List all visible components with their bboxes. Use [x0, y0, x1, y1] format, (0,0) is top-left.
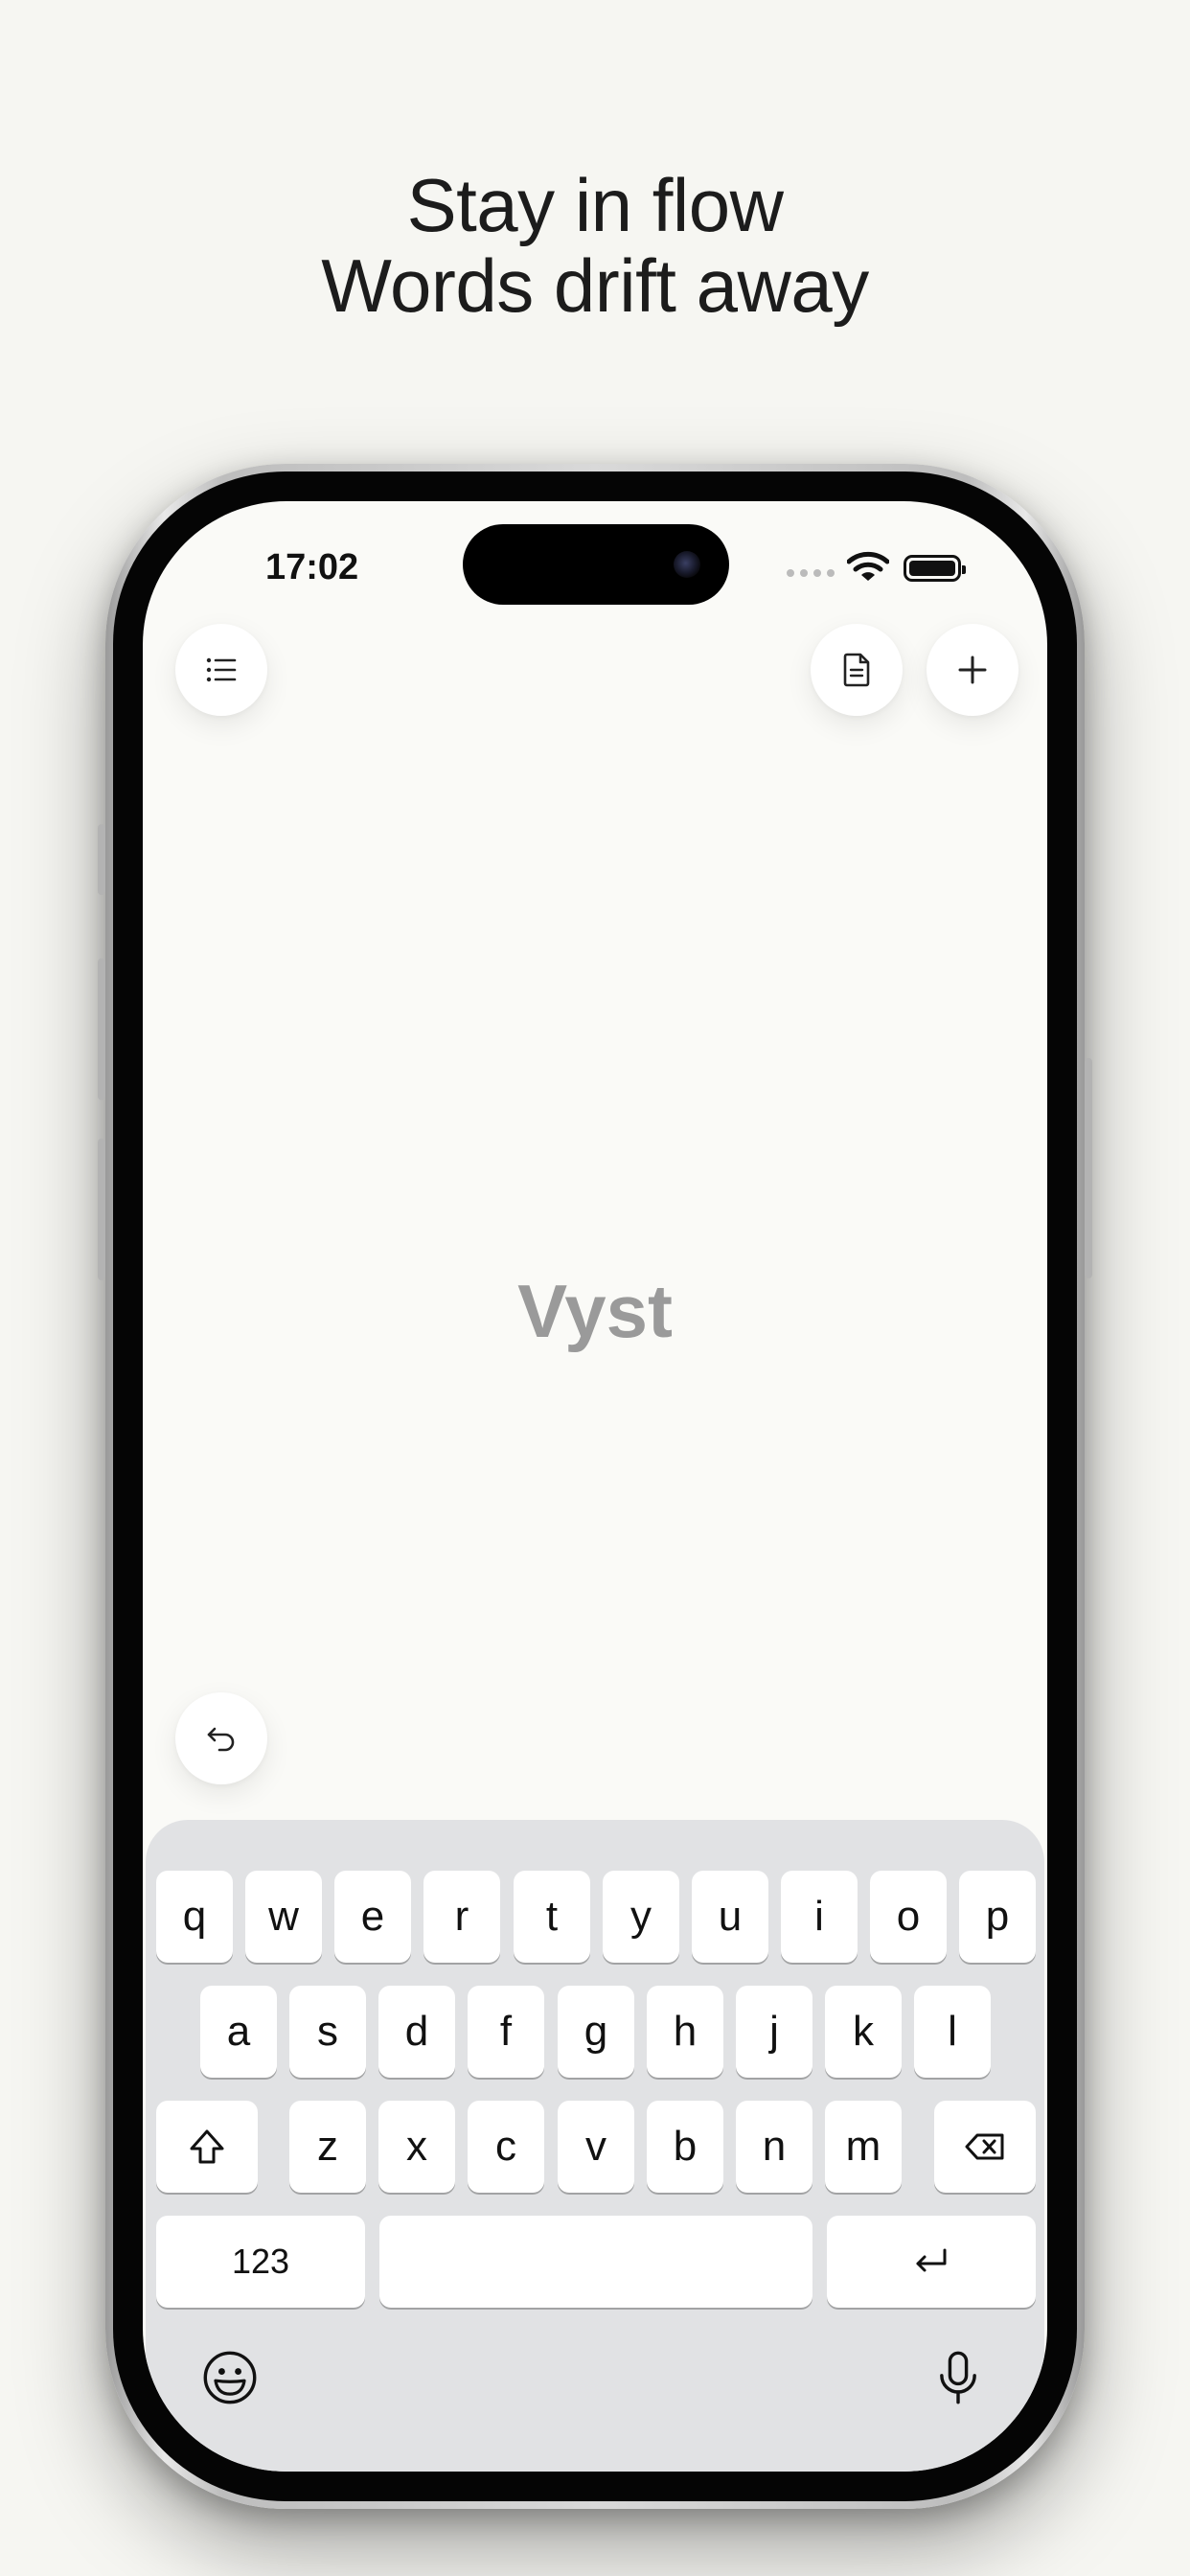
key-v[interactable]: v	[558, 2101, 634, 2193]
phone-screen: 17:02 Vyst q w e r t y u i o p a s d f g…	[143, 501, 1047, 2472]
microphone-button[interactable]	[924, 2343, 993, 2412]
key-d[interactable]: d	[378, 1986, 455, 2078]
undo-button[interactable]	[175, 1692, 267, 1784]
battery-icon	[904, 555, 966, 582]
dynamic-island	[463, 524, 729, 605]
key-g[interactable]: g	[558, 1986, 634, 2078]
shift-key[interactable]	[156, 2101, 258, 2193]
document-icon	[843, 653, 870, 687]
undo-icon	[207, 1727, 235, 1752]
key-f[interactable]: f	[468, 1986, 544, 2078]
numbers-key[interactable]: 123	[156, 2216, 365, 2308]
headline-line-2: Words drift away	[321, 243, 869, 328]
document-button[interactable]	[811, 624, 903, 716]
key-h[interactable]: h	[647, 1986, 723, 2078]
emoji-button[interactable]	[195, 2343, 264, 2412]
emoji-icon	[203, 2351, 257, 2404]
new-note-button[interactable]	[927, 624, 1018, 716]
status-time: 17:02	[265, 547, 359, 587]
power-button	[1085, 1058, 1092, 1278]
key-i[interactable]: i	[781, 1871, 858, 1963]
key-k[interactable]: k	[825, 1986, 902, 2078]
key-o[interactable]: o	[870, 1871, 947, 1963]
return-key[interactable]	[827, 2216, 1036, 2308]
key-b[interactable]: b	[647, 2101, 723, 2193]
microphone-icon	[940, 2351, 976, 2404]
key-u[interactable]: u	[692, 1871, 768, 1963]
key-n[interactable]: n	[736, 2101, 812, 2193]
key-e[interactable]: e	[334, 1871, 411, 1963]
headline-line-1: Stay in flow	[406, 163, 784, 247]
key-c[interactable]: c	[468, 2101, 544, 2193]
key-l[interactable]: l	[914, 1986, 991, 2078]
wifi-icon	[847, 551, 889, 581]
key-q[interactable]: q	[156, 1871, 233, 1963]
key-r[interactable]: r	[423, 1871, 500, 1963]
keyboard: q w e r t y u i o p a s d f g h j k l z …	[146, 1820, 1044, 2472]
action-button	[98, 824, 105, 895]
key-s[interactable]: s	[289, 1986, 366, 2078]
notes-list-button[interactable]	[175, 624, 267, 716]
key-p[interactable]: p	[959, 1871, 1036, 1963]
key-x[interactable]: x	[378, 2101, 455, 2193]
shift-icon	[190, 2129, 224, 2164]
key-m[interactable]: m	[825, 2101, 902, 2193]
volume-down-button	[98, 1138, 105, 1280]
delete-key[interactable]	[934, 2101, 1036, 2193]
space-key[interactable]	[379, 2216, 812, 2308]
key-y[interactable]: y	[603, 1871, 679, 1963]
delete-icon	[965, 2133, 1004, 2160]
camera-icon	[674, 551, 700, 578]
editor-word[interactable]: Vyst	[143, 1268, 1047, 1355]
headline: Stay in flow Words drift away	[0, 165, 1190, 326]
key-t[interactable]: t	[514, 1871, 590, 1963]
plus-icon	[958, 656, 987, 684]
volume-up-button	[98, 958, 105, 1100]
key-j[interactable]: j	[736, 1986, 812, 2078]
signal-icon	[787, 569, 835, 577]
key-a[interactable]: a	[200, 1986, 277, 2078]
list-icon	[206, 657, 237, 682]
return-icon	[916, 2248, 947, 2272]
key-z[interactable]: z	[289, 2101, 366, 2193]
key-w[interactable]: w	[245, 1871, 322, 1963]
